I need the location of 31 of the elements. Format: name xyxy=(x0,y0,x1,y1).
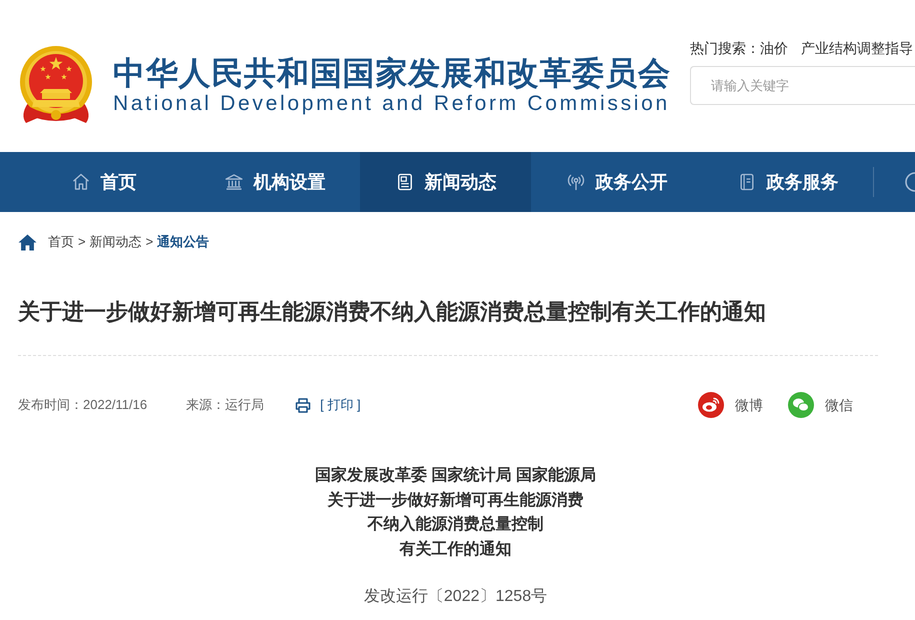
building-columns-icon xyxy=(224,172,244,192)
hot-search-link[interactable]: 产业结构调整指导 xyxy=(801,40,913,56)
emblem-icon xyxy=(18,45,94,125)
breadcrumb-link[interactable]: 首页 xyxy=(48,232,74,252)
document-heading-line: 国家发展改革委 国家统计局 国家能源局 xyxy=(315,465,596,486)
wechat-icon xyxy=(788,392,814,418)
breadcrumb-separator: > xyxy=(78,233,86,251)
share-link[interactable]: 微博 xyxy=(698,392,763,418)
hot-search-label: 热门搜索： xyxy=(690,40,760,56)
document-heading-line: 有关工作的通知 xyxy=(400,539,512,560)
breadcrumb-link[interactable]: 新闻动态 xyxy=(90,232,142,252)
site-title: 中华人民共和国国家发展和改革委员会 xyxy=(113,54,671,93)
share-link[interactable]: 微信 xyxy=(788,392,853,418)
document-heading-line: 关于进一步做好新增可再生能源消费 xyxy=(328,490,584,510)
breadcrumb-link[interactable]: 通知公告 xyxy=(157,232,210,252)
article-title: 关于进一步做好新增可再生能源消费不纳入能源消费总量控制有关工作的通知 xyxy=(18,298,766,326)
source-text: 来源：运行局 xyxy=(186,396,264,414)
home-icon xyxy=(70,172,90,192)
weibo-icon xyxy=(698,392,724,418)
breadcrumb-separator: > xyxy=(146,233,154,251)
nav-tab[interactable]: 新闻动态 xyxy=(360,152,531,212)
broadcast-icon xyxy=(566,172,586,192)
site-subtitle: National Development and Reform Commission xyxy=(113,93,670,115)
home-icon xyxy=(18,234,37,250)
publish-date: 发布时间：2022/11/16 xyxy=(18,396,148,414)
printer-icon xyxy=(295,398,312,412)
document-heading-line: 不纳入能源消费总量控制 xyxy=(368,514,544,535)
document-number: 发改运行〔2022〕1258号 xyxy=(364,587,548,607)
search-field[interactable]: 请输入关键字 xyxy=(690,66,915,105)
print-link[interactable]: [ 打印 ] xyxy=(295,395,361,415)
hot-search-link[interactable]: 油价 xyxy=(760,40,788,56)
